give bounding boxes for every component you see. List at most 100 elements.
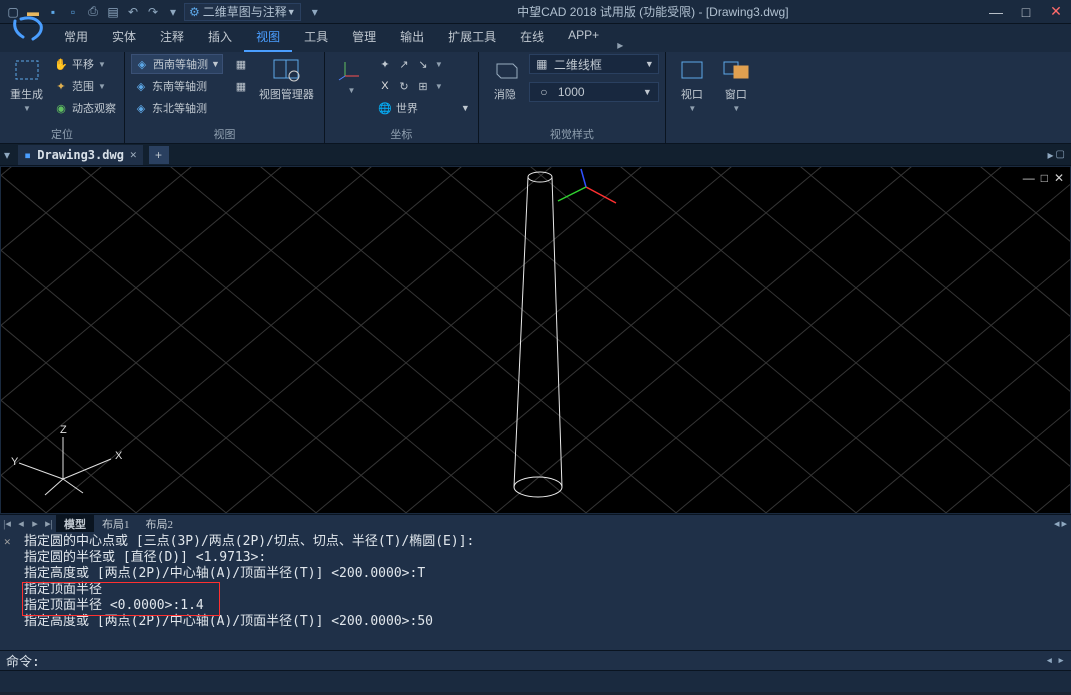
viewport-button[interactable]: 视口 ▼: [672, 54, 712, 115]
panel-title: 视觉样式: [485, 125, 659, 143]
drawing-viewport[interactable]: Z X Y — □ ✕: [0, 166, 1071, 514]
cmd-scroll-right-icon[interactable]: ▸: [1057, 653, 1065, 668]
menu-tab-2[interactable]: 注释: [148, 23, 196, 52]
titlebar-expand-icon[interactable]: ▾: [305, 0, 325, 24]
scale-input[interactable]: ○1000▼: [529, 82, 659, 102]
se-iso-button[interactable]: ◈东南等轴测: [131, 76, 223, 96]
maximize-button[interactable]: □: [1011, 0, 1041, 24]
view-icon: ▦: [233, 56, 249, 72]
ucs-button[interactable]: ▼: [331, 54, 371, 97]
ucs-icon: [335, 56, 367, 84]
menu-tab-6[interactable]: 管理: [340, 23, 388, 52]
regen-icon: [11, 56, 43, 84]
chevron-down-icon: ▼: [23, 104, 31, 113]
doctabs-overflow[interactable]: ▸ ▢: [1048, 148, 1071, 162]
menu-tab-9[interactable]: 在线: [508, 23, 556, 52]
menu-tab-8[interactable]: 扩展工具: [436, 23, 508, 52]
panel-title: 视图: [131, 125, 318, 143]
command-input[interactable]: [44, 653, 1046, 668]
layout-scroll-first-icon[interactable]: |◂: [0, 517, 14, 530]
command-history-line: 指定高度或 [两点(2P)/中心轴(A)/顶面半径(T)] <200.0000>…: [24, 614, 1065, 630]
workspace-selector[interactable]: ⚙ 二维草图与注释 ▼: [184, 3, 301, 21]
hscroll-right-icon[interactable]: ▸: [1061, 517, 1067, 530]
command-prompt: 命令:: [6, 651, 40, 670]
x-icon: X: [377, 78, 393, 94]
layout-tab-1[interactable]: 布局1: [94, 515, 138, 533]
viewport-window-controls: — □ ✕: [1023, 171, 1064, 185]
qat-dropdown-icon[interactable]: ▾: [164, 3, 182, 21]
menu-tab-7[interactable]: 输出: [388, 23, 436, 52]
ribbon-panel-window: 视口 ▼ 窗口 ▼: [666, 52, 762, 143]
pan-icon: ✋: [53, 56, 69, 72]
range-icon: ✦: [53, 78, 69, 94]
chevron-down-icon: ▼: [287, 7, 296, 17]
qat-undo-icon[interactable]: ↶: [124, 3, 142, 21]
qat-redo-icon[interactable]: ↷: [144, 3, 162, 21]
ucs-world-button[interactable]: 🌐世界▼: [375, 98, 472, 118]
document-tab[interactable]: ▪ Drawing3.dwg ✕: [18, 145, 143, 165]
hide-button[interactable]: 消隐: [485, 54, 525, 104]
panel-title: [672, 129, 756, 143]
globe-icon: 🌐: [377, 100, 393, 116]
hide-icon: [489, 56, 521, 84]
circle-icon: ○: [536, 84, 552, 100]
minimize-button[interactable]: —: [981, 0, 1011, 24]
vp-maximize-icon[interactable]: □: [1041, 171, 1048, 185]
menu-tab-1[interactable]: 实体: [100, 23, 148, 52]
status-bar: [0, 670, 1071, 692]
ucs-opt-2[interactable]: X↻⊞▼: [375, 76, 472, 96]
ucs-opt-1[interactable]: ✦↗↘▼: [375, 54, 472, 74]
view-extra-2[interactable]: ▦: [231, 76, 251, 96]
layout-scroll-prev-icon[interactable]: ◂: [14, 517, 28, 530]
menu-tab-0[interactable]: 常用: [52, 23, 100, 52]
axis-icon: ⊞: [415, 78, 431, 94]
menu-tab-10[interactable]: APP+: [556, 23, 611, 52]
qat-preview-icon[interactable]: ▤: [104, 3, 122, 21]
new-tab-button[interactable]: +: [149, 146, 169, 164]
ribbon: 重生成 ▼ ✋平移▼ ✦范围▼ ◉动态观察 定位 ◈西南等轴测▼ ◈东南等轴测 …: [0, 52, 1071, 144]
svg-text:Z: Z: [60, 424, 67, 436]
layout-tab-model[interactable]: 模型: [56, 515, 94, 533]
command-history-line: 指定顶面半径 <0.0000>:1.4: [24, 598, 1065, 614]
command-history: ✕ 指定圆的中心点或 [三点(3P)/两点(2P)/切点、切点、半径(T)/椭圆…: [0, 532, 1071, 650]
axis-icon: ↻: [396, 78, 412, 94]
qat-saveas-icon[interactable]: ▫: [64, 3, 82, 21]
view-extra-1[interactable]: ▦: [231, 54, 251, 74]
chevron-down-icon: ▼: [688, 104, 696, 113]
regen-button[interactable]: 重生成 ▼: [6, 54, 47, 115]
hscroll-left-icon[interactable]: ◂: [1054, 517, 1060, 530]
app-logo[interactable]: [4, 4, 52, 52]
gear-icon: ⚙: [189, 5, 200, 19]
qat-plot-icon[interactable]: ⎙: [84, 3, 102, 21]
layout-tab-2[interactable]: 布局2: [138, 515, 182, 533]
vp-minimize-icon[interactable]: —: [1023, 171, 1035, 185]
ne-iso-button[interactable]: ◈东北等轴测: [131, 98, 223, 118]
cube-icon: ◈: [133, 100, 149, 116]
visual-style-dropdown[interactable]: ▦二维线框▼: [529, 54, 659, 74]
doctab-menu-icon[interactable]: ▾: [4, 148, 18, 162]
orbit-icon: ◉: [53, 100, 69, 116]
menu-more-icon[interactable]: ▸: [617, 38, 623, 52]
sw-iso-button[interactable]: ◈西南等轴测▼: [131, 54, 223, 74]
axis-icon: ↗: [396, 56, 412, 72]
layout-scroll-next-icon[interactable]: ▸: [28, 517, 42, 530]
menu-tab-3[interactable]: 插入: [196, 23, 244, 52]
wireframe-icon: ▦: [534, 56, 550, 72]
pan-button[interactable]: ✋平移▼: [51, 54, 118, 74]
viewport-canvas: Z X Y: [1, 167, 1070, 514]
view-manager-button[interactable]: 视图管理器: [255, 54, 318, 104]
orbit-button[interactable]: ◉动态观察: [51, 98, 118, 118]
menu-tab-4[interactable]: 视图: [244, 23, 292, 52]
vp-close-icon[interactable]: ✕: [1054, 171, 1064, 185]
cmd-scroll-left-icon[interactable]: ◂: [1045, 653, 1053, 668]
cube-icon: ◈: [133, 78, 149, 94]
cmd-close-icon[interactable]: ✕: [4, 534, 18, 548]
window-button[interactable]: 窗口 ▼: [716, 54, 756, 115]
window-title: 中望CAD 2018 试用版 (功能受限) - [Drawing3.dwg]: [325, 3, 981, 20]
range-button[interactable]: ✦范围▼: [51, 76, 118, 96]
menu-tab-5[interactable]: 工具: [292, 23, 340, 52]
layout-scroll-last-icon[interactable]: ▸|: [42, 517, 56, 530]
close-tab-icon[interactable]: ✕: [130, 148, 137, 161]
close-button[interactable]: ✕: [1041, 0, 1071, 24]
chevron-down-icon: ▼: [732, 104, 740, 113]
